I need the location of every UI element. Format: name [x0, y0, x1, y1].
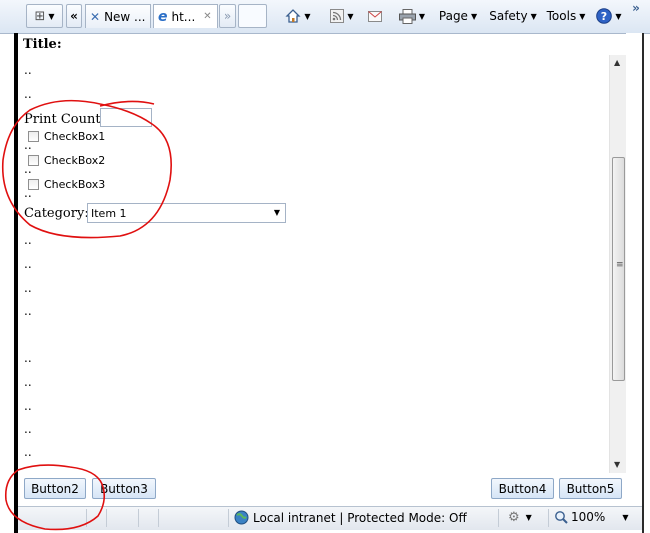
settings-chevron-down-icon[interactable]: ▼	[526, 513, 532, 522]
scrollbar-top-margin	[626, 33, 642, 506]
status-divider	[86, 509, 87, 527]
print-count-input[interactable]	[100, 108, 152, 127]
browser-toolbar: ⊞ ▼ « ✕ New ... e ht... ✕ » ▼ ▼ ▼ Page ▼…	[0, 0, 650, 34]
double-chevron-left-icon: «	[70, 9, 78, 23]
status-bar: Local intranet | Protected Mode: Off ⚙ ▼…	[18, 506, 642, 530]
grip-icon: ≡	[616, 260, 624, 270]
help-button[interactable]: ? ▼	[594, 4, 624, 28]
spacer-dots: ..	[24, 257, 32, 271]
tools-menu[interactable]: Tools ▼	[544, 4, 588, 28]
svg-text:?: ?	[601, 10, 607, 23]
spacer-dots: ..	[24, 281, 32, 295]
security-zone-text: Local intranet | Protected Mode: Off	[253, 510, 467, 525]
gear-settings-icon: ⚙	[508, 510, 520, 525]
tab-list-chevron-down-icon: ▼	[48, 11, 55, 21]
status-divider	[548, 509, 549, 527]
status-divider	[498, 509, 499, 527]
spacer-dots: ..	[24, 375, 32, 389]
magnifier-icon	[555, 511, 568, 524]
vertical-scrollbar[interactable]: ▲ ≡ ▼	[609, 55, 627, 473]
page-content: Title: .. .. Print Count: CheckBox1 .. C…	[18, 33, 628, 476]
status-divider	[158, 509, 159, 527]
globe-icon	[234, 510, 249, 525]
status-divider	[106, 509, 107, 527]
spacer-dots: ..	[24, 63, 32, 77]
spacer-dots: ..	[24, 87, 32, 101]
button4[interactable]: Button4	[491, 478, 554, 499]
page-menu[interactable]: Page ▼	[437, 4, 479, 28]
home-icon	[285, 9, 301, 23]
tab-overflow-button[interactable]: »	[219, 4, 236, 28]
checkbox3[interactable]: CheckBox3	[28, 178, 105, 191]
tools-menu-label: Tools	[546, 9, 577, 23]
checkbox1[interactable]: CheckBox1	[28, 130, 105, 143]
spacer-dots: ..	[24, 422, 32, 436]
home-chevron-down-icon[interactable]: ▼	[304, 12, 310, 21]
print-chevron-down-icon[interactable]: ▼	[419, 12, 425, 21]
feeds-button[interactable]: ▼	[323, 4, 361, 28]
double-chevron-right-icon: »	[632, 1, 640, 15]
safety-chevron-down-icon: ▼	[530, 11, 537, 21]
home-button[interactable]: ▼	[280, 4, 316, 28]
tab-active[interactable]: e ht... ✕	[153, 4, 218, 28]
checkbox2[interactable]: CheckBox2	[28, 154, 105, 167]
print-button[interactable]: ▼	[392, 4, 432, 28]
toolbar-overflow-chevron[interactable]: »	[628, 0, 644, 20]
scrollbar-thumb[interactable]: ≡	[612, 157, 625, 381]
checkbox1-label: CheckBox1	[44, 130, 106, 143]
close-tab-icon[interactable]: ✕	[203, 11, 211, 22]
checkbox2-label: CheckBox2	[44, 154, 106, 167]
category-label: Category:	[24, 206, 89, 221]
spacer-dots: ..	[24, 162, 32, 176]
checkbox3-label: CheckBox3	[44, 178, 106, 191]
security-zone[interactable]: Local intranet | Protected Mode: Off	[234, 510, 467, 525]
zoom-level: 100%	[571, 510, 606, 524]
spacer-dots: ..	[24, 399, 32, 413]
quick-tabs-icon: ⊞	[34, 8, 46, 24]
loading-tab-icon: ✕	[90, 9, 101, 24]
rss-feed-icon	[330, 9, 345, 23]
quick-tabs-button[interactable]: ⊞ ▼	[26, 4, 63, 28]
mail-icon	[368, 10, 382, 22]
page-menu-label: Page	[438, 9, 468, 23]
help-chevron-down-icon: ▼	[615, 11, 622, 21]
button3[interactable]: Button3	[92, 478, 156, 499]
double-chevron-right-icon: »	[223, 9, 232, 23]
spacer-dots: ..	[24, 233, 32, 247]
spacer-dots: ..	[24, 351, 32, 365]
category-selected-value: Item 1	[91, 206, 127, 220]
page-chevron-down-icon: ▼	[470, 11, 478, 21]
scroll-up-arrow-icon[interactable]: ▲	[614, 58, 620, 67]
tab-active-label: ht...	[171, 9, 196, 24]
spacer-dots: ..	[24, 304, 32, 318]
safety-menu-label: Safety	[489, 9, 528, 23]
zoom-chevron-down-icon[interactable]: ▼	[622, 513, 628, 522]
spacer-dots: ..	[24, 138, 32, 152]
status-divider	[228, 509, 229, 527]
window-frame-right	[642, 33, 644, 533]
category-select[interactable]: Item 1 ▼	[87, 203, 286, 223]
print-count-label: Print Count:	[24, 112, 105, 127]
spacer-dots: ..	[24, 186, 32, 200]
title-label: Title:	[23, 37, 62, 52]
tab-new[interactable]: ✕ New ...	[85, 4, 151, 28]
feeds-chevron-down-icon[interactable]: ▼	[347, 12, 353, 21]
chevron-down-icon[interactable]: ▼	[274, 208, 280, 217]
scroll-tabs-left-button[interactable]: «	[66, 4, 82, 28]
printer-icon	[398, 8, 416, 24]
ie-page-icon: e	[158, 8, 168, 25]
new-tab-button[interactable]	[238, 4, 267, 28]
help-icon: ?	[596, 8, 613, 24]
zoom-control[interactable]: 100% ▼	[554, 510, 628, 524]
button2[interactable]: Button2	[24, 478, 86, 499]
spacer-dots: ..	[24, 445, 32, 459]
scroll-down-arrow-icon[interactable]: ▼	[614, 460, 620, 469]
tools-chevron-down-icon: ▼	[579, 11, 586, 21]
zoom-level-button[interactable]: ⚙ ▼	[508, 510, 532, 525]
tab-new-label: New ...	[104, 9, 146, 24]
button5[interactable]: Button5	[559, 478, 622, 499]
read-mail-button[interactable]	[366, 4, 384, 28]
safety-menu[interactable]: Safety ▼	[488, 4, 538, 28]
status-divider	[138, 509, 139, 527]
